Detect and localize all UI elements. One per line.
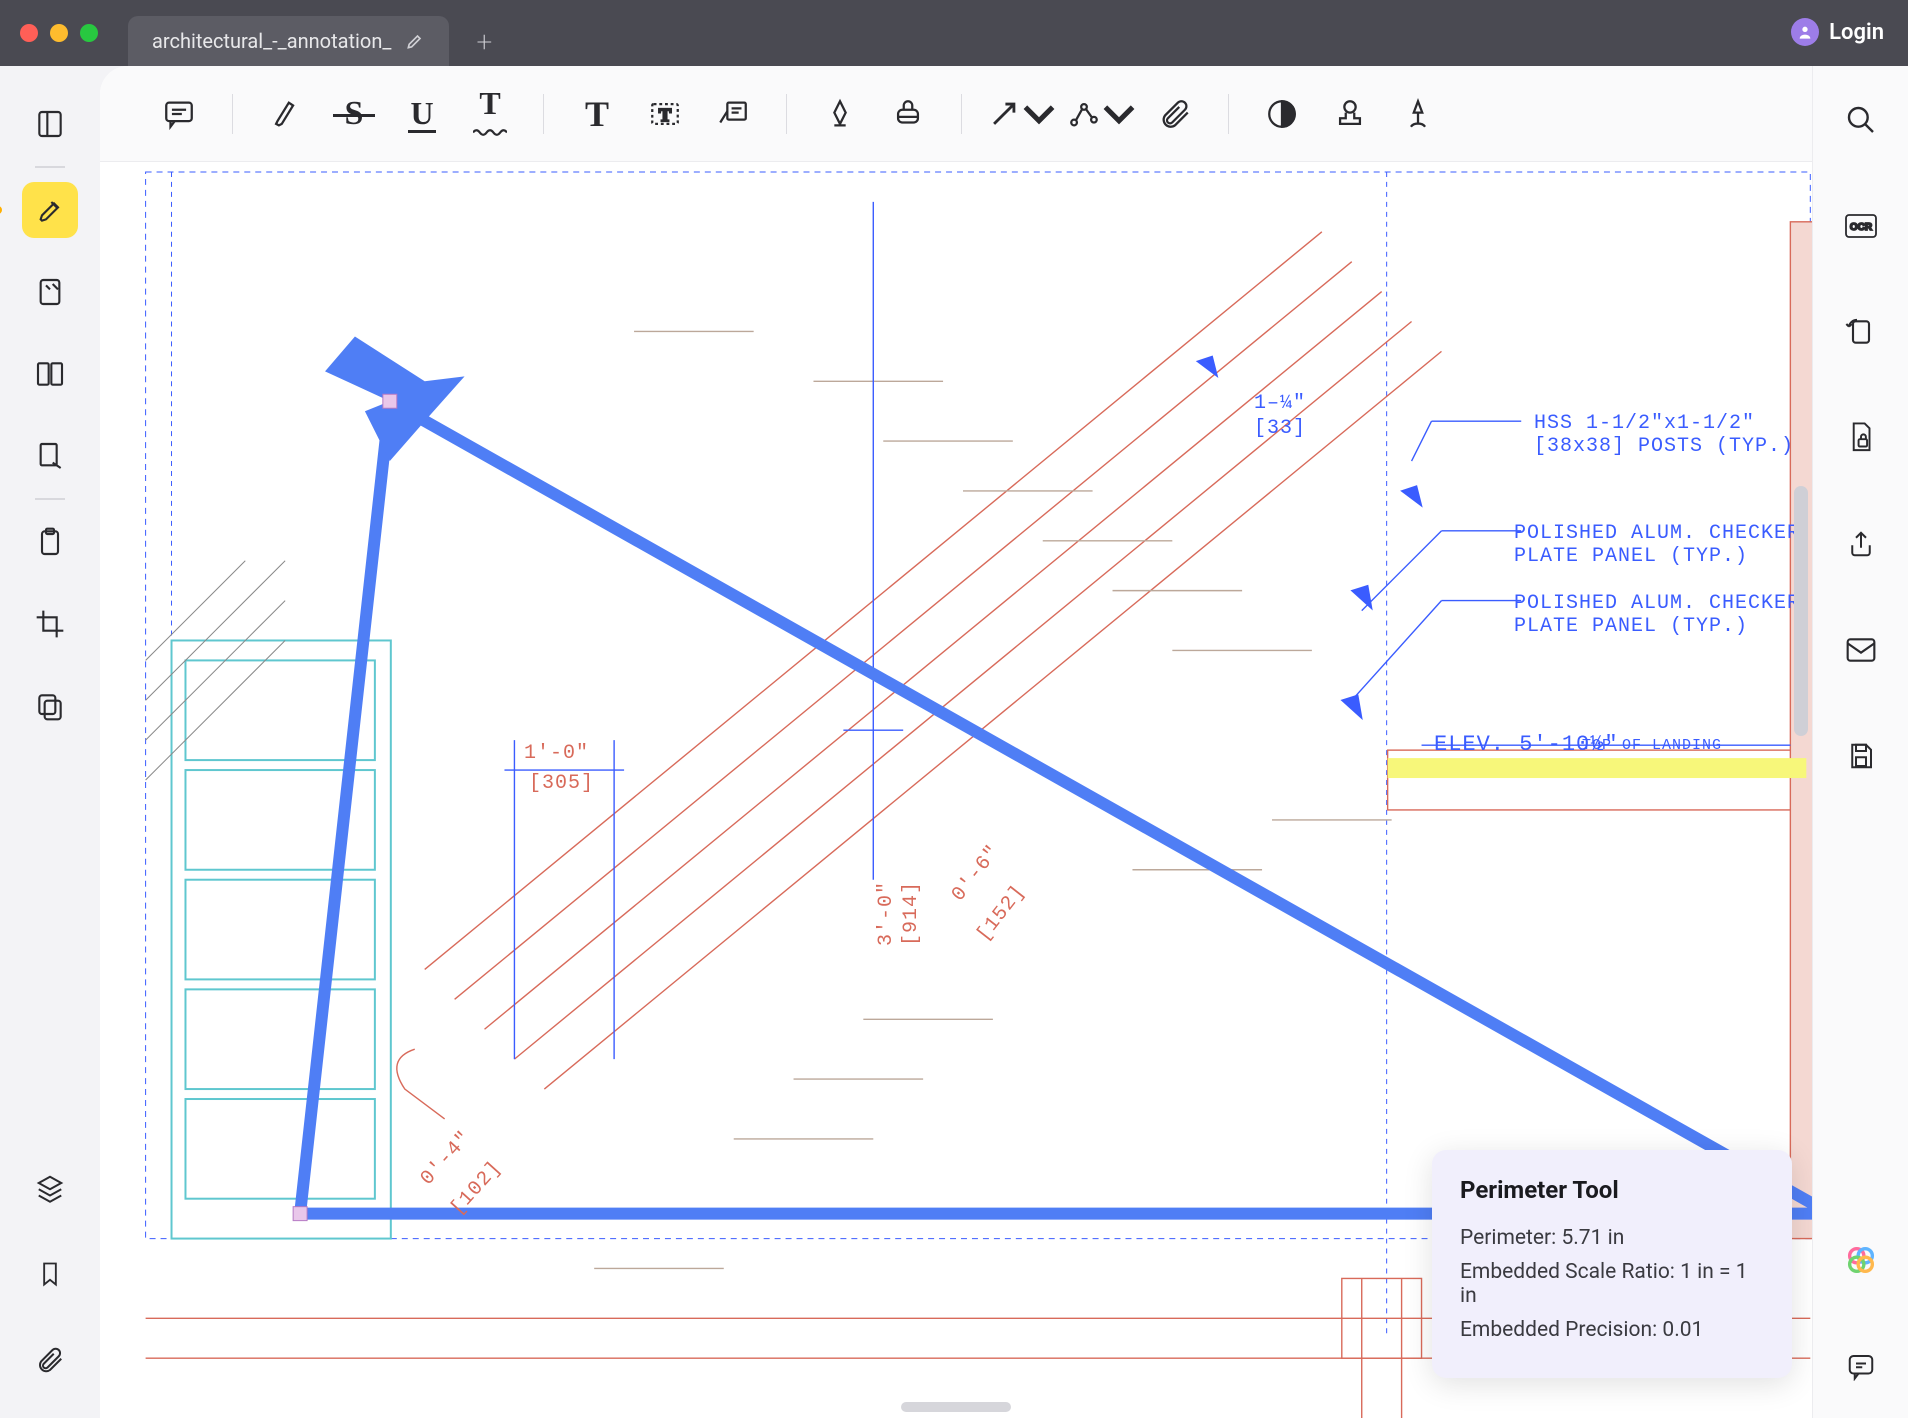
- share-button[interactable]: [1833, 516, 1889, 572]
- login-label: Login: [1829, 20, 1884, 45]
- note-posts: HSS 1-1/2"x1-1/2" [38x38] POSTS (TYP.): [1534, 412, 1794, 458]
- note-panel-2: POLISHED ALUM. CHECKER PLATE PANEL (TYP.…: [1514, 592, 1800, 638]
- separator: [961, 94, 962, 134]
- strikethrough-tool[interactable]: S: [325, 85, 383, 143]
- perimeter-tool-tooltip: Perimeter Tool Perimeter: 5.71 in Embedd…: [1432, 1150, 1792, 1378]
- textbox-tool[interactable]: T: [636, 85, 694, 143]
- perimeter-value: 5.71 in: [1561, 1226, 1624, 1250]
- search-button[interactable]: [1833, 92, 1889, 148]
- chat-button[interactable]: [1833, 1338, 1889, 1394]
- note-panel-1: POLISHED ALUM. CHECKER PLATE PANEL (TYP.…: [1514, 522, 1800, 568]
- stamp-tool[interactable]: [1321, 85, 1379, 143]
- attach-file-tool[interactable]: [1146, 85, 1204, 143]
- lock-file-button[interactable]: [1833, 410, 1889, 466]
- separator: [35, 166, 65, 168]
- svg-text:T: T: [659, 105, 671, 125]
- svg-text:OCR: OCR: [1849, 222, 1872, 233]
- ink-pen-tool[interactable]: [811, 85, 869, 143]
- separator: [35, 498, 65, 500]
- window-controls: [20, 24, 98, 42]
- page-edit-button[interactable]: [22, 428, 78, 484]
- squiggly-glyph: T: [479, 85, 500, 122]
- squiggly-tool[interactable]: T: [461, 85, 519, 143]
- dim-33-ft: 1–¼": [1254, 392, 1306, 415]
- tooltip-title: Perimeter Tool: [1460, 1176, 1764, 1204]
- login-button[interactable]: Login: [1791, 18, 1884, 46]
- side-by-side-button[interactable]: [22, 346, 78, 402]
- perimeter-annotation[interactable]: [293, 336, 1812, 1220]
- layers-button[interactable]: [22, 1160, 78, 1216]
- bookmark-button[interactable]: [22, 1246, 78, 1302]
- chevron-down-icon: [1022, 97, 1056, 131]
- ocr-button[interactable]: OCR: [1833, 198, 1889, 254]
- separator: [232, 94, 233, 134]
- horizontal-scrollbar[interactable]: [901, 1402, 1011, 1412]
- underline-glyph: U: [410, 95, 433, 132]
- copy-pages-button[interactable]: [22, 678, 78, 734]
- edit-tab-icon[interactable]: [405, 31, 425, 51]
- callout-tool[interactable]: [704, 85, 762, 143]
- thumbnail-view-button[interactable]: [22, 96, 78, 152]
- minimize-window-icon[interactable]: [50, 24, 68, 42]
- document-tab[interactable]: architectural_-_annotation_: [128, 16, 449, 66]
- dim-33-mm: [33]: [1254, 417, 1306, 440]
- tab-title: architectural_-_annotation_: [152, 29, 391, 53]
- comment-tool[interactable]: [150, 85, 208, 143]
- perimeter-label: Perimeter:: [1460, 1226, 1556, 1250]
- clipboard-button[interactable]: [22, 514, 78, 570]
- dim-914-mm: [914]: [900, 881, 923, 946]
- pen-annotation-button[interactable]: [22, 264, 78, 320]
- polyline-tool[interactable]: [1066, 85, 1136, 143]
- separator: [1228, 94, 1229, 134]
- new-tab-button[interactable]: +: [469, 26, 499, 56]
- t-glyph: T: [585, 93, 609, 135]
- close-window-icon[interactable]: [20, 24, 38, 42]
- chevron-down-icon: [1102, 97, 1136, 131]
- document-canvas[interactable]: 1–¼" [33] HSS 1-1/2"x1-1/2" [38x38] POST…: [100, 162, 1812, 1418]
- main-panel: S U T T T: [100, 66, 1812, 1418]
- fullscreen-window-icon[interactable]: [80, 24, 98, 42]
- signature-tool[interactable]: [1389, 85, 1447, 143]
- titlebar: architectural_-_annotation_ + Login: [0, 0, 1908, 66]
- marker-tool[interactable]: [257, 85, 315, 143]
- highlighter-button[interactable]: [22, 182, 78, 238]
- separator: [543, 94, 544, 134]
- note-elev-sub: TOP OF LANDING: [1582, 737, 1722, 754]
- dim-305-ft: 1'-0": [524, 742, 589, 765]
- left-sidebar: [0, 66, 100, 1418]
- dim-305-mm: [305]: [529, 772, 594, 795]
- vertical-scrollbar[interactable]: [1794, 486, 1808, 736]
- separator: [786, 94, 787, 134]
- text-insert-tool[interactable]: T: [568, 85, 626, 143]
- right-sidebar: OCR: [1812, 66, 1908, 1418]
- underline-tool[interactable]: U: [393, 85, 451, 143]
- opacity-tool[interactable]: [1253, 85, 1311, 143]
- rotate-button[interactable]: [1833, 304, 1889, 360]
- annotation-toolbar: S U T T T: [100, 66, 1812, 162]
- eraser-tool[interactable]: [879, 85, 937, 143]
- scale-label: Embedded Scale Ratio:: [1460, 1260, 1675, 1284]
- crop-button[interactable]: [22, 596, 78, 652]
- attachment-button[interactable]: [22, 1332, 78, 1388]
- arrow-tool[interactable]: [986, 85, 1056, 143]
- dim-914-ft: 3'-0": [875, 881, 898, 946]
- app-logo-button[interactable]: [1833, 1232, 1889, 1288]
- save-button[interactable]: [1833, 728, 1889, 784]
- precision-label: Embedded Precision:: [1460, 1318, 1657, 1342]
- avatar-icon: [1791, 18, 1819, 46]
- precision-value: 0.01: [1662, 1318, 1703, 1342]
- mail-button[interactable]: [1833, 622, 1889, 678]
